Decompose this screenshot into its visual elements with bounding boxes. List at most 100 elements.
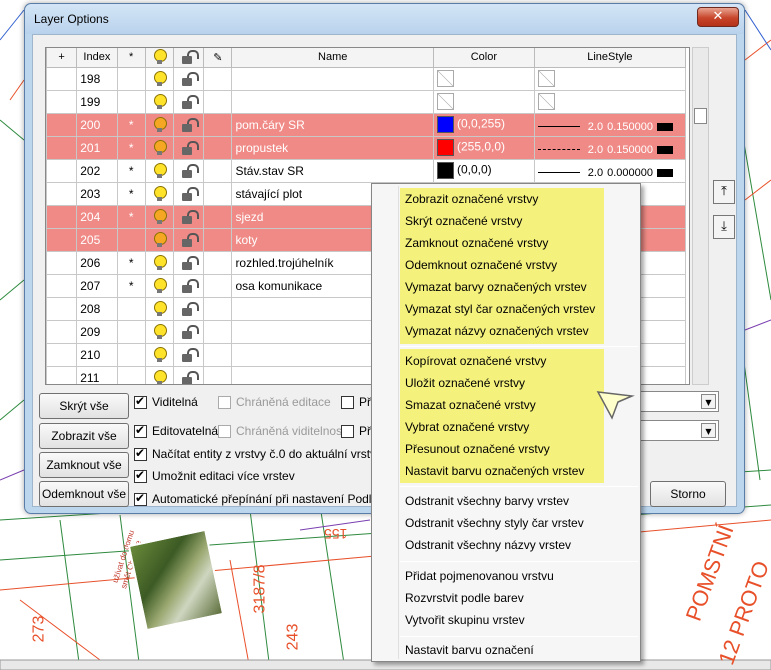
close-button[interactable]: ✕ [697, 7, 739, 27]
row-name[interactable]: pom.čáry SR [231, 112, 434, 137]
row-name[interactable] [231, 66, 434, 91]
menu-item[interactable]: Rozvrstvit podle barev [405, 587, 524, 609]
menu-item[interactable]: Nastavit barvu označení [405, 639, 534, 661]
row-expand-cell[interactable] [46, 112, 78, 137]
row-linestyle[interactable] [533, 89, 687, 114]
pri-checkbox-1[interactable]: Při [341, 395, 374, 409]
row-color[interactable] [433, 89, 535, 114]
row-expand-cell[interactable] [46, 227, 78, 252]
dialog-titlebar[interactable]: Layer Options ✕ [25, 4, 744, 34]
row-pen-cell[interactable] [203, 227, 233, 252]
pri-checkbox-2[interactable]: Při [341, 424, 374, 438]
menu-item[interactable]: Vymazat styl čar označených vrstev [405, 298, 595, 320]
table-vertical-scrollbar[interactable] [692, 47, 709, 385]
row-lock-toggle[interactable] [172, 112, 205, 137]
row-expand-cell[interactable] [46, 250, 78, 275]
row-visibility-toggle[interactable] [144, 319, 174, 344]
row-lock-toggle[interactable] [172, 66, 205, 91]
header-star[interactable]: * [116, 48, 146, 68]
menu-item[interactable]: Kopírovat označené vrstvy [405, 350, 546, 372]
row-expand-cell[interactable] [46, 296, 78, 321]
row-pen-cell[interactable] [203, 66, 233, 91]
row-lock-toggle[interactable] [172, 89, 205, 114]
row-linestyle[interactable]: 2.0 0.000000 [533, 158, 687, 183]
row-lock-toggle[interactable] [172, 227, 205, 252]
row-pen-cell[interactable] [203, 89, 233, 114]
row-expand-cell[interactable] [46, 273, 78, 298]
row-expand-cell[interactable] [46, 158, 78, 183]
row-expand-cell[interactable] [46, 342, 78, 367]
row-lock-toggle[interactable] [172, 273, 205, 298]
menu-item[interactable]: Nastavit barvu označených vrstev [405, 460, 584, 482]
row-lock-toggle[interactable] [172, 296, 205, 321]
row-visibility-toggle[interactable] [144, 296, 174, 321]
table-row[interactable]: 199 [46, 89, 687, 114]
menu-item[interactable]: Odemknout označené vrstvy [405, 254, 557, 276]
row-pen-cell[interactable] [203, 181, 233, 206]
row-lock-toggle[interactable] [172, 319, 205, 344]
table-row[interactable]: 201 * propustek (255,0,0) 2.0 0.150000 [46, 135, 687, 160]
row-visibility-toggle[interactable] [144, 342, 174, 367]
row-color[interactable]: (0,0,255) [433, 112, 535, 137]
row-visibility-toggle[interactable] [144, 204, 174, 229]
menu-item[interactable]: Vybrat označené vrstvy [405, 416, 529, 438]
header-lock[interactable] [172, 48, 205, 68]
menu-item[interactable]: Vymazat názvy označených vrstev [405, 320, 589, 342]
row-pen-cell[interactable] [203, 112, 233, 137]
menu-item[interactable]: Vymazat barvy označených vrstev [405, 276, 587, 298]
row-visibility-toggle[interactable] [144, 66, 174, 91]
row-lock-toggle[interactable] [172, 135, 205, 160]
row-visibility-toggle[interactable] [144, 158, 174, 183]
editable-checkbox[interactable]: Editovatelná [134, 423, 218, 438]
row-pen-cell[interactable] [203, 319, 233, 344]
menu-item[interactable]: Přidat pojmenovanou vrstvu [405, 565, 554, 587]
cancel-button[interactable]: Storno [650, 481, 726, 507]
row-visibility-toggle[interactable] [144, 181, 174, 206]
hide-all-button[interactable]: Skrýt vše [39, 393, 129, 419]
row-linestyle[interactable]: 2.0 0.150000 [533, 135, 687, 160]
table-row[interactable]: 200 * pom.čáry SR (0,0,255) 2.0 0.150000 [46, 112, 687, 137]
table-row[interactable]: 198 [46, 66, 687, 91]
menu-item[interactable]: Smazat označené vrstvy [405, 394, 536, 416]
unlock-all-button[interactable]: Odemknout vše [39, 481, 129, 507]
menu-item[interactable]: Přesunout označené vrstvy [405, 438, 550, 460]
show-all-button[interactable]: Zobrazit vše [39, 423, 129, 449]
row-pen-cell[interactable] [203, 135, 233, 160]
row-lock-toggle[interactable] [172, 342, 205, 367]
row-name[interactable] [231, 89, 434, 114]
protected-edit-checkbox[interactable]: Chráněná editace [218, 395, 331, 409]
header-index[interactable]: Index [76, 48, 118, 68]
menu-item[interactable]: Zamknout označené vrstvy [405, 232, 548, 254]
menu-item[interactable]: Zobrazit označené vrstvy [405, 188, 538, 210]
row-pen-cell[interactable] [203, 342, 233, 367]
row-name[interactable]: propustek [231, 135, 434, 160]
row-pen-cell[interactable] [203, 296, 233, 321]
menu-item[interactable]: Odstranit všechny styly čar vrstev [405, 512, 584, 534]
header-name[interactable]: Name [231, 48, 434, 68]
row-lock-toggle[interactable] [172, 365, 205, 384]
row-expand-cell[interactable] [46, 135, 78, 160]
dropdown-1[interactable]: ▼ [639, 391, 719, 412]
header-color[interactable]: Color [433, 48, 535, 68]
row-lock-toggle[interactable] [172, 250, 205, 275]
scrollbar-thumb[interactable] [694, 108, 707, 124]
row-visibility-toggle[interactable] [144, 135, 174, 160]
menu-item[interactable]: Uložit označené vrstvy [405, 372, 525, 394]
lock-all-button[interactable]: Zamknout vše [39, 452, 129, 478]
move-layer-down-button[interactable]: ⤓ [713, 215, 735, 239]
row-pen-cell[interactable] [203, 250, 233, 275]
multi-edit-checkbox[interactable]: Umožnit editaci více vrstev [134, 468, 295, 483]
row-pen-cell[interactable] [203, 158, 233, 183]
row-pen-cell[interactable] [203, 204, 233, 229]
row-visibility-toggle[interactable] [144, 227, 174, 252]
visible-checkbox[interactable]: Viditelná [134, 394, 198, 409]
row-linestyle[interactable]: 2.0 0.150000 [533, 112, 687, 137]
row-expand-cell[interactable] [46, 365, 78, 384]
row-pen-cell[interactable] [203, 365, 233, 384]
row-lock-toggle[interactable] [172, 204, 205, 229]
row-expand-cell[interactable] [46, 89, 78, 114]
row-visibility-toggle[interactable] [144, 89, 174, 114]
row-expand-cell[interactable] [46, 181, 78, 206]
row-expand-cell[interactable] [46, 204, 78, 229]
menu-item[interactable]: Vytvořit skupinu vrstev [405, 609, 525, 631]
